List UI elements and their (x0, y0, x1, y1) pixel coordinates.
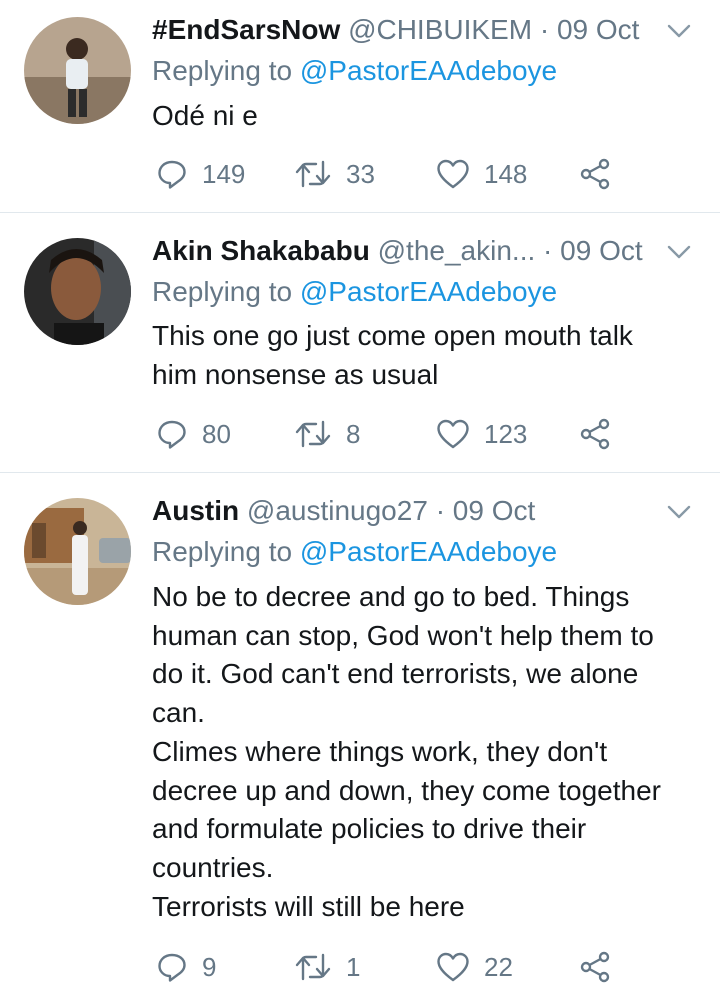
tweet-date[interactable]: 09 Oct (453, 495, 535, 526)
chevron-down-icon[interactable] (666, 239, 692, 265)
avatar[interactable] (24, 17, 131, 124)
display-name[interactable]: Akin Shakababu (152, 235, 370, 266)
retweet-count: 8 (346, 418, 361, 449)
separator: · (543, 235, 553, 266)
reply-button[interactable]: 80 (156, 414, 231, 454)
tweet-header: #EndSarsNow @CHIBUIKEM · 09 Oct (152, 13, 680, 47)
like-count: 22 (484, 951, 513, 982)
like-button[interactable]: 123 (436, 414, 527, 454)
retweet-icon (295, 420, 331, 448)
retweet-icon (295, 953, 331, 981)
tweet-header: Akin Shakababu @the_akin... · 09 Oct (152, 234, 680, 268)
retweet-count: 33 (346, 158, 375, 189)
tweet-date[interactable]: 09 Oct (560, 235, 642, 266)
reply-icon (158, 420, 186, 449)
display-name[interactable]: #EndSarsNow (152, 14, 340, 45)
replying-prefix: Replying to (152, 536, 293, 567)
reply-count: 9 (202, 951, 217, 982)
like-count: 123 (484, 418, 528, 449)
action-bar: 80 8 123 (156, 414, 626, 454)
replying-to-link[interactable]: @PastorEAAdeboye (300, 55, 557, 86)
replying-to: Replying to @PastorEAAdeboye (152, 54, 557, 88)
action-bar: 9 1 22 (156, 947, 626, 987)
tweet-date[interactable]: 09 Oct (557, 14, 639, 45)
retweet-icon (295, 160, 331, 188)
tweet-header: Austin @austinugo27 · 09 Oct (152, 494, 680, 528)
like-icon (437, 419, 469, 449)
user-handle[interactable]: @CHIBUIKEM (348, 14, 532, 45)
tweet-1[interactable]: #EndSarsNow @CHIBUIKEM · 09 Oct Replying… (0, 0, 720, 212)
retweet-button[interactable]: 1 (294, 947, 360, 987)
reply-icon (158, 160, 186, 189)
share-icon (580, 158, 610, 190)
retweet-button[interactable]: 33 (294, 154, 375, 194)
retweet-button[interactable]: 8 (294, 414, 360, 454)
chevron-down-icon[interactable] (666, 18, 692, 44)
tweet-text: Odé ni e (152, 100, 258, 131)
reply-button[interactable]: 9 (156, 947, 216, 987)
tweet-3[interactable]: Austin @austinugo27 · 09 Oct Replying to… (0, 473, 720, 983)
reply-count: 80 (202, 418, 231, 449)
separator: · (539, 14, 550, 45)
replying-to: Replying to @PastorEAAdeboye (152, 275, 557, 309)
display-name[interactable]: Austin (152, 495, 239, 526)
separator: · (435, 495, 446, 526)
avatar[interactable] (24, 498, 131, 605)
reply-button[interactable]: 149 (156, 154, 245, 194)
replying-to: Replying to @PastorEAAdeboye (152, 535, 557, 569)
avatar[interactable] (24, 238, 131, 345)
share-button[interactable] (578, 947, 612, 987)
replying-to-link[interactable]: @PastorEAAdeboye (300, 276, 557, 307)
like-icon (437, 159, 469, 189)
retweet-count: 1 (346, 951, 361, 982)
chevron-down-icon[interactable] (666, 499, 692, 525)
replying-to-link[interactable]: @PastorEAAdeboye (300, 536, 557, 567)
user-handle[interactable]: @austinugo27 (247, 495, 428, 526)
share-icon (580, 418, 610, 450)
tweet-2[interactable]: Akin Shakababu @the_akin... · 09 Oct Rep… (0, 213, 720, 472)
replying-prefix: Replying to (152, 276, 293, 307)
action-bar: 149 33 148 (156, 154, 626, 194)
share-button[interactable] (578, 414, 612, 454)
like-button[interactable]: 148 (436, 154, 527, 194)
like-count: 148 (484, 158, 528, 189)
user-handle[interactable]: @the_akin... (378, 235, 536, 266)
tweet-text: This one go just come open mouth talk hi… (152, 320, 633, 390)
reply-count: 149 (202, 158, 246, 189)
share-icon (580, 951, 610, 983)
replying-prefix: Replying to (152, 55, 293, 86)
reply-icon (158, 953, 186, 982)
share-button[interactable] (578, 154, 612, 194)
like-icon (437, 952, 469, 982)
like-button[interactable]: 22 (436, 947, 513, 987)
tweet-text: No be to decree and go to bed. Things hu… (152, 581, 662, 922)
